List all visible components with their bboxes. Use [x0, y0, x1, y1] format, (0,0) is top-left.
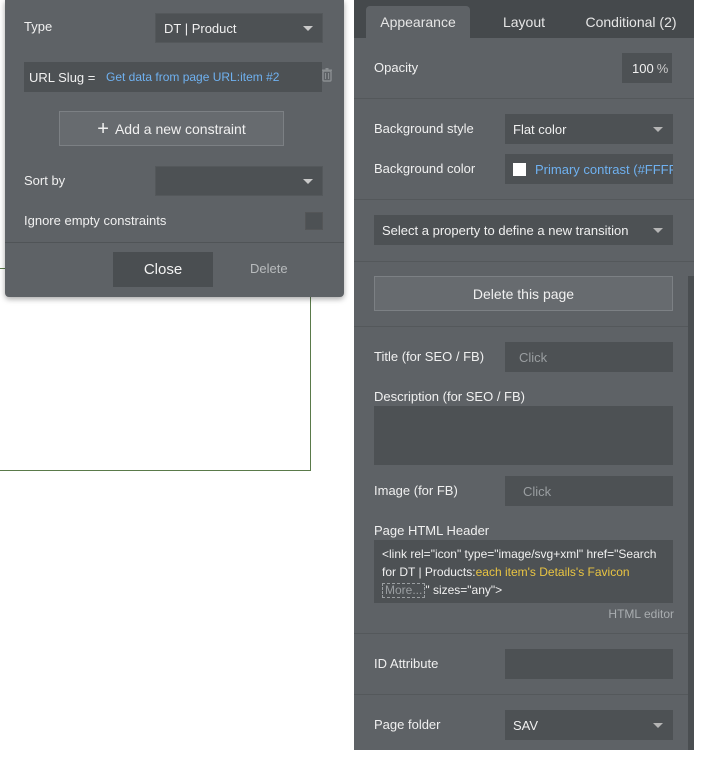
id-attribute-label: ID Attribute [374, 656, 439, 671]
section-divider [354, 199, 694, 200]
opacity-value: 100 [632, 60, 654, 76]
color-swatch[interactable] [513, 162, 526, 176]
delete-page-label: Delete this page [472, 285, 575, 302]
html-editor-link[interactable]: HTML editor [608, 607, 674, 621]
type-value: DT | Product [164, 20, 237, 36]
section-divider [354, 694, 694, 695]
opacity-input[interactable]: 100 % [622, 53, 672, 83]
tab-conditional[interactable]: Conditional (2) [576, 6, 686, 38]
fb-image-placeholder: Click [523, 483, 552, 499]
section-divider [354, 633, 694, 634]
page-folder-dropdown[interactable]: SAV [505, 710, 673, 740]
type-dropdown[interactable]: DT | Product [155, 13, 323, 43]
bg-style-label: Background style [374, 121, 474, 136]
page-folder-value: SAV [513, 717, 539, 733]
plus-icon: + [97, 117, 109, 140]
panel-scrollbar[interactable] [688, 276, 694, 750]
opacity-unit: % [656, 60, 669, 76]
chevron-down-icon [653, 127, 663, 132]
sort-by-dropdown[interactable] [155, 166, 323, 196]
add-constraint-label: Add a new constraint [114, 120, 246, 137]
transition-placeholder: Select a property to define a new transi… [382, 222, 629, 238]
html-header-label: Page HTML Header [374, 523, 490, 538]
property-editor-panel: Appearance Layout Conditional (2) Opacit… [354, 0, 694, 750]
fb-image-input[interactable]: Click [505, 476, 673, 506]
close-label: Close [143, 261, 183, 278]
bg-color-picker[interactable]: Primary contrast (#FFFFFF) [505, 154, 673, 184]
tab-layout-label: Layout [502, 14, 546, 30]
fb-image-label: Image (for FB) [374, 483, 458, 498]
bg-color-value: Primary contrast (#FFFFFF) [535, 161, 673, 177]
tab-conditional-label: Conditional (2) [585, 14, 677, 30]
id-attribute-input[interactable] [505, 649, 673, 679]
more-button[interactable]: More... [382, 583, 426, 598]
sort-by-row: Sort by [24, 173, 65, 188]
popup-divider [5, 242, 344, 243]
ignore-empty-label: Ignore empty constraints [24, 213, 167, 228]
seo-title-placeholder: Click [519, 349, 548, 365]
canvas-element-outline [0, 268, 311, 471]
url-slug-label: URL Slug = [29, 69, 96, 85]
bg-color-label: Background color [374, 161, 476, 176]
property-tabs: Appearance Layout Conditional (2) [354, 0, 694, 38]
section-divider [354, 261, 694, 262]
bg-style-value: Flat color [513, 121, 567, 137]
chevron-down-icon [303, 179, 313, 184]
transition-dropdown[interactable]: Select a property to define a new transi… [374, 215, 673, 245]
section-divider [354, 326, 694, 327]
type-label: Type [24, 19, 53, 34]
type-row: Type [24, 19, 52, 34]
chevron-down-icon [653, 723, 663, 728]
add-constraint-button[interactable]: + Add a new constraint [59, 111, 284, 146]
url-slug-expression[interactable]: Get data from page URL:item #2 [106, 70, 279, 84]
opacity-label: Opacity [374, 60, 419, 75]
chevron-down-icon [653, 228, 663, 233]
html-header-dynamic-expression[interactable]: each item's Details's Favicon [476, 565, 630, 579]
tab-layout[interactable]: Layout [484, 6, 564, 38]
tab-appearance[interactable]: Appearance [366, 6, 470, 38]
html-header-editor[interactable]: <link rel="icon" type="image/svg+xml" hr… [374, 540, 673, 603]
ignore-empty-checkbox[interactable] [305, 212, 323, 230]
ignore-empty-row: Ignore empty constraints [24, 213, 166, 228]
seo-title-label: Title (for SEO / FB) [374, 349, 485, 364]
sort-by-label: Sort by [24, 173, 66, 188]
url-slug-constraint[interactable]: URL Slug = Get data from page URL:item #… [24, 62, 322, 92]
tab-appearance-label: Appearance [380, 14, 456, 30]
trash-icon[interactable] [321, 68, 333, 82]
html-header-text-end: " sizes="any"> [425, 583, 503, 597]
section-divider [354, 98, 694, 99]
chevron-down-icon [303, 26, 313, 31]
close-button[interactable]: Close [113, 252, 213, 287]
bg-style-dropdown[interactable]: Flat color [505, 114, 673, 144]
seo-description-label: Description (for SEO / FB) [374, 389, 525, 404]
delete-button[interactable]: Delete [250, 261, 288, 276]
page-folder-label: Page folder [374, 717, 441, 732]
delete-page-button[interactable]: Delete this page [374, 276, 673, 311]
search-constraints-popup: Type DT | Product URL Slug = Get data fr… [5, 0, 344, 297]
seo-description-input[interactable] [374, 406, 673, 465]
seo-title-input[interactable]: Click [505, 342, 673, 372]
